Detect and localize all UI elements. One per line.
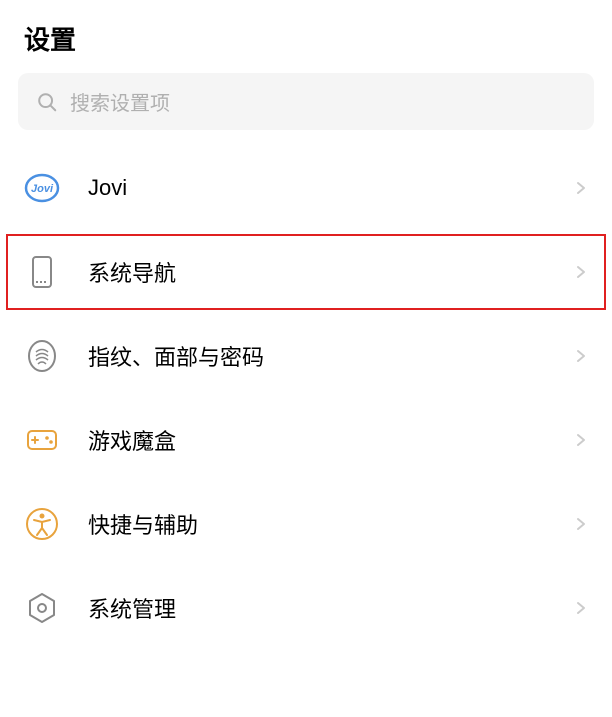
search-container: 搜索设置项: [0, 73, 612, 146]
svg-text:Jovi: Jovi: [31, 183, 54, 195]
list-item-navigation[interactable]: 系统导航: [4, 232, 608, 312]
cat-icon: [480, 685, 502, 707]
list-item-jovi[interactable]: Jovi Jovi: [0, 146, 612, 230]
watermark: HandsetCat: [480, 685, 595, 707]
item-label: 系统导航: [88, 256, 574, 288]
chevron-right-icon: [574, 265, 588, 279]
settings-list: Jovi Jovi 系统导航 指纹: [0, 146, 612, 650]
search-icon: [36, 91, 58, 113]
chevron-right-icon: [574, 517, 588, 531]
header: 设置: [0, 0, 612, 73]
chevron-right-icon: [574, 433, 588, 447]
search-box[interactable]: 搜索设置项: [18, 73, 594, 130]
item-label: Jovi: [88, 175, 574, 201]
list-item-shortcuts[interactable]: 快捷与辅助: [0, 482, 612, 566]
item-label: 指纹、面部与密码: [88, 340, 574, 372]
system-icon: [24, 590, 60, 626]
phone-icon: [24, 254, 60, 290]
item-label: 系统管理: [88, 592, 574, 624]
chevron-right-icon: [574, 181, 588, 195]
chevron-right-icon: [574, 349, 588, 363]
chevron-right-icon: [574, 601, 588, 615]
jovi-icon: Jovi: [24, 170, 60, 206]
item-label: 游戏魔盒: [88, 424, 574, 456]
fingerprint-icon: [24, 338, 60, 374]
list-item-system[interactable]: 系统管理: [0, 566, 612, 650]
gamepad-icon: [24, 422, 60, 458]
watermark-text: HandsetCat: [510, 687, 595, 705]
search-placeholder: 搜索设置项: [70, 87, 170, 116]
accessibility-icon: [24, 506, 60, 542]
item-label: 快捷与辅助: [88, 508, 574, 540]
list-item-gamebox[interactable]: 游戏魔盒: [0, 398, 612, 482]
list-item-biometrics[interactable]: 指纹、面部与密码: [0, 314, 612, 398]
page-title: 设置: [24, 20, 588, 57]
